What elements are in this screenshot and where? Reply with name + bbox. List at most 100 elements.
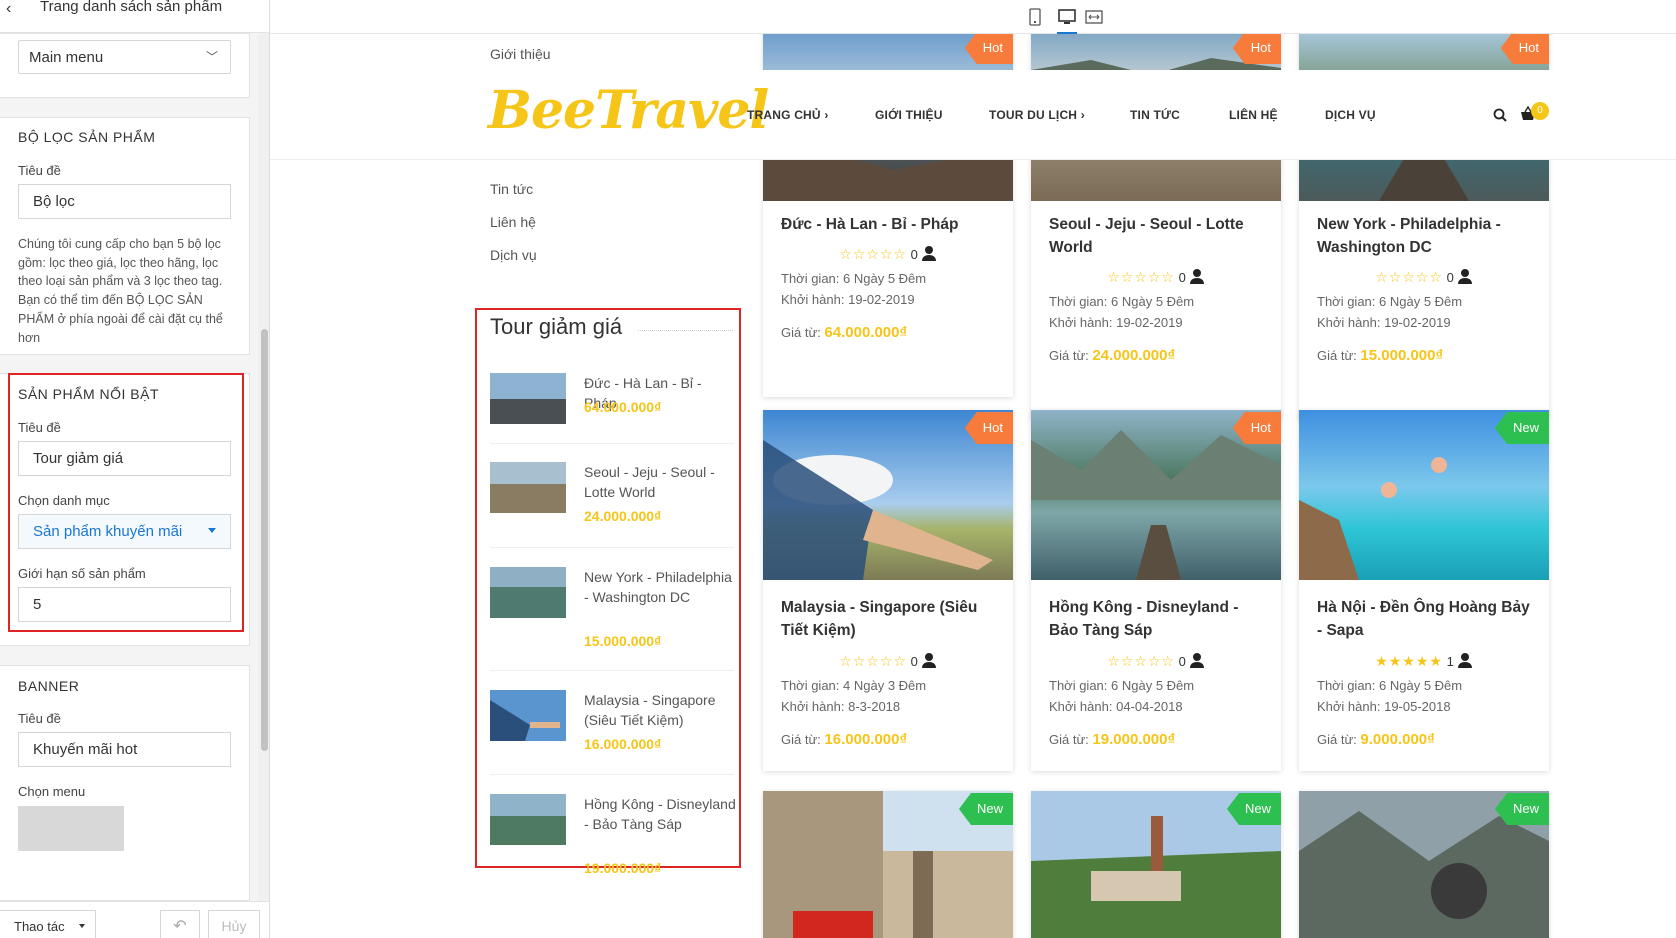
sidebar-link-contact[interactable]: Liên hệ: [490, 214, 536, 230]
widget-item-thumbnail[interactable]: [490, 373, 566, 424]
banner-image-placeholder[interactable]: [18, 806, 124, 851]
panel-footer: Thao tác ↶ Hủy: [0, 901, 269, 938]
nav-item-tours[interactable]: TOUR DU LỊCH ›: [989, 108, 1085, 122]
nav-item-about[interactable]: GIỚI THIỆU: [875, 108, 943, 122]
nav-item-contact[interactable]: LIÊN HỆ: [1229, 108, 1278, 122]
user-icon: [1189, 269, 1204, 284]
tour-price: Giá từ: 19.000.000₫: [1049, 731, 1176, 748]
tour-card[interactable]: Hot Malaysia - Singapore (Siêu Tiết Kiệm…: [763, 410, 1013, 771]
tour-departure: Khởi hành: 04-04-2018: [1049, 699, 1183, 714]
cart-count-badge: 0: [1531, 102, 1549, 120]
tour-departure: Khởi hành: 19-02-2019: [1049, 315, 1183, 330]
sidebar-link-news[interactable]: Tin tức: [490, 181, 533, 197]
cancel-button[interactable]: Hủy: [208, 910, 260, 938]
tour-duration: Thời gian: 6 Ngày 5 Đêm: [781, 271, 927, 286]
widget-item-name[interactable]: New York - Philadelphia - Washington DC: [584, 567, 736, 607]
scrollbar-thumb[interactable]: [261, 329, 268, 751]
review-count: 0: [910, 654, 918, 669]
actions-button[interactable]: Thao tác: [0, 910, 96, 938]
tour-title[interactable]: Seoul - Jeju - Seoul - Lotte World: [1049, 213, 1269, 259]
sidebar-link-services[interactable]: Dịch vụ: [490, 247, 537, 263]
widget-divider: [490, 443, 734, 444]
widget-item-price: 16.000.000₫: [584, 736, 662, 752]
tour-title[interactable]: Hồng Kông - Disneyland - Bảo Tàng Sáp: [1049, 596, 1269, 642]
mobile-view-icon[interactable]: [1028, 8, 1046, 26]
widget-item-thumbnail[interactable]: [490, 690, 566, 741]
caret-down-icon: [79, 924, 85, 928]
widget-item-thumbnail[interactable]: [490, 567, 566, 618]
rating-stars: ☆☆☆☆☆: [839, 653, 907, 669]
review-count: 0: [1178, 270, 1186, 285]
widget-item-price: 24.000.000₫: [584, 508, 662, 524]
site-preview: Giới thiệu Tin tức Liên hệ Dịch vụ Hot Đ…: [270, 34, 1676, 938]
tour-duration: Thời gian: 6 Ngày 5 Đêm: [1049, 294, 1195, 309]
tour-price: Giá từ: 64.000.000₫: [781, 324, 908, 341]
panel-scrollbar[interactable]: [258, 33, 269, 901]
tour-card[interactable]: Hot Hồng Kông - Disneyland - Bảo Tàng Sá…: [1031, 410, 1281, 771]
banner-title-input[interactable]: Khuyến mãi hot: [18, 732, 231, 767]
widget-item-name[interactable]: Hồng Kông - Disneyland - Bảo Tàng Sáp: [584, 794, 736, 834]
widget-title: Tour giảm giá: [490, 314, 623, 339]
filter-title-input[interactable]: Bộ lọc: [18, 184, 231, 219]
tour-title[interactable]: Đức - Hà Lan - Bỉ - Pháp: [781, 213, 1001, 236]
user-icon: [1457, 269, 1472, 284]
tour-departure: Khởi hành: 19-02-2019: [781, 292, 915, 307]
filter-title-label: Tiêu đề: [18, 163, 61, 178]
banner-section-card: BANNER Tiêu đề Khuyến mãi hot Chọn menu: [0, 665, 250, 901]
tour-price: Giá từ: 15.000.000₫: [1317, 347, 1444, 364]
nav-item-services[interactable]: DỊCH VỤ: [1325, 108, 1376, 122]
menu-select[interactable]: Main menu ﹀: [18, 40, 231, 74]
search-icon[interactable]: [1493, 108, 1507, 127]
tour-duration: Thời gian: 6 Ngày 5 Đêm: [1317, 294, 1463, 309]
nav-item-news[interactable]: TIN TỨC: [1130, 108, 1180, 122]
fullscreen-view-icon[interactable]: [1085, 8, 1103, 26]
tour-rating: ☆☆☆☆☆ 0: [1299, 268, 1549, 286]
tour-departure: Khởi hành: 8-3-2018: [781, 699, 901, 714]
widget-item-thumbnail[interactable]: [490, 794, 566, 845]
widget-item-name[interactable]: Malaysia - Singapore (Siêu Tiết Kiệm): [584, 690, 736, 730]
chevron-down-icon: ﹀: [205, 50, 218, 64]
user-icon: [921, 246, 936, 261]
tour-duration: Thời gian: 6 Ngày 5 Đêm: [1317, 678, 1463, 693]
user-icon: [1189, 653, 1204, 668]
widget-item-price: 15.000.000₫: [584, 633, 662, 649]
tour-card[interactable]: New: [1299, 791, 1549, 938]
widget-item-name[interactable]: Seoul - Jeju - Seoul - Lotte World: [584, 462, 736, 502]
undo-button[interactable]: ↶: [160, 910, 200, 938]
tour-rating: ☆☆☆☆☆ 0: [1031, 268, 1281, 286]
widget-item-thumbnail[interactable]: [490, 462, 566, 513]
tour-departure: Khởi hành: 19-05-2018: [1317, 699, 1451, 714]
rating-stars: ☆☆☆☆☆: [1107, 653, 1175, 669]
tour-departure: Khởi hành: 19-02-2019: [1317, 315, 1451, 330]
tour-price: Giá từ: 9.000.000₫: [1317, 731, 1435, 748]
banner-title-label: Tiêu đề: [18, 711, 61, 726]
highlight-box: [8, 373, 244, 632]
widget-divider: [490, 774, 734, 775]
sidebar-link-about[interactable]: Giới thiệu: [490, 46, 551, 62]
nav-item-home[interactable]: TRANG CHỦ ›: [747, 108, 829, 122]
tour-title[interactable]: Malaysia - Singapore (Siêu Tiết Kiệm): [781, 596, 1001, 642]
review-count: 1: [1446, 654, 1454, 669]
user-icon: [1457, 653, 1472, 668]
back-arrow-icon[interactable]: ‹: [6, 0, 11, 18]
filter-section-heading: BỘ LỌC SẢN PHẨM: [18, 129, 156, 145]
rating-stars: ☆☆☆☆☆: [1375, 269, 1443, 285]
tour-card[interactable]: New: [763, 791, 1013, 938]
tour-title[interactable]: Hà Nội - Đền Ông Hoàng Bảy - Sapa: [1317, 596, 1537, 642]
desktop-view-icon[interactable]: [1057, 8, 1077, 35]
preview-device-bar: [270, 0, 1676, 35]
tour-title[interactable]: New York - Philadelphia - Washington DC: [1317, 213, 1537, 259]
tour-rating: ★★★★★ 1: [1299, 652, 1549, 670]
tour-duration: Thời gian: 6 Ngày 5 Đêm: [1049, 678, 1195, 693]
review-count: 0: [1446, 270, 1454, 285]
tour-rating: ☆☆☆☆☆ 0: [1031, 652, 1281, 670]
theme-settings-panel: ‹ Trang danh sách sản phẩm Main menu ﹀ B…: [0, 0, 270, 938]
tour-card[interactable]: New: [1031, 791, 1281, 938]
widget-divider: [490, 670, 734, 671]
actions-label: Thao tác: [14, 919, 65, 934]
user-icon: [921, 653, 936, 668]
panel-title: Trang danh sách sản phẩm: [40, 0, 223, 15]
tour-duration: Thời gian: 4 Ngày 3 Đêm: [781, 678, 927, 693]
tour-card[interactable]: New Hà Nội - Đền Ông Hoàng Bảy - Sapa ★★…: [1299, 410, 1549, 771]
site-logo[interactable]: BeeTravel: [488, 80, 769, 141]
